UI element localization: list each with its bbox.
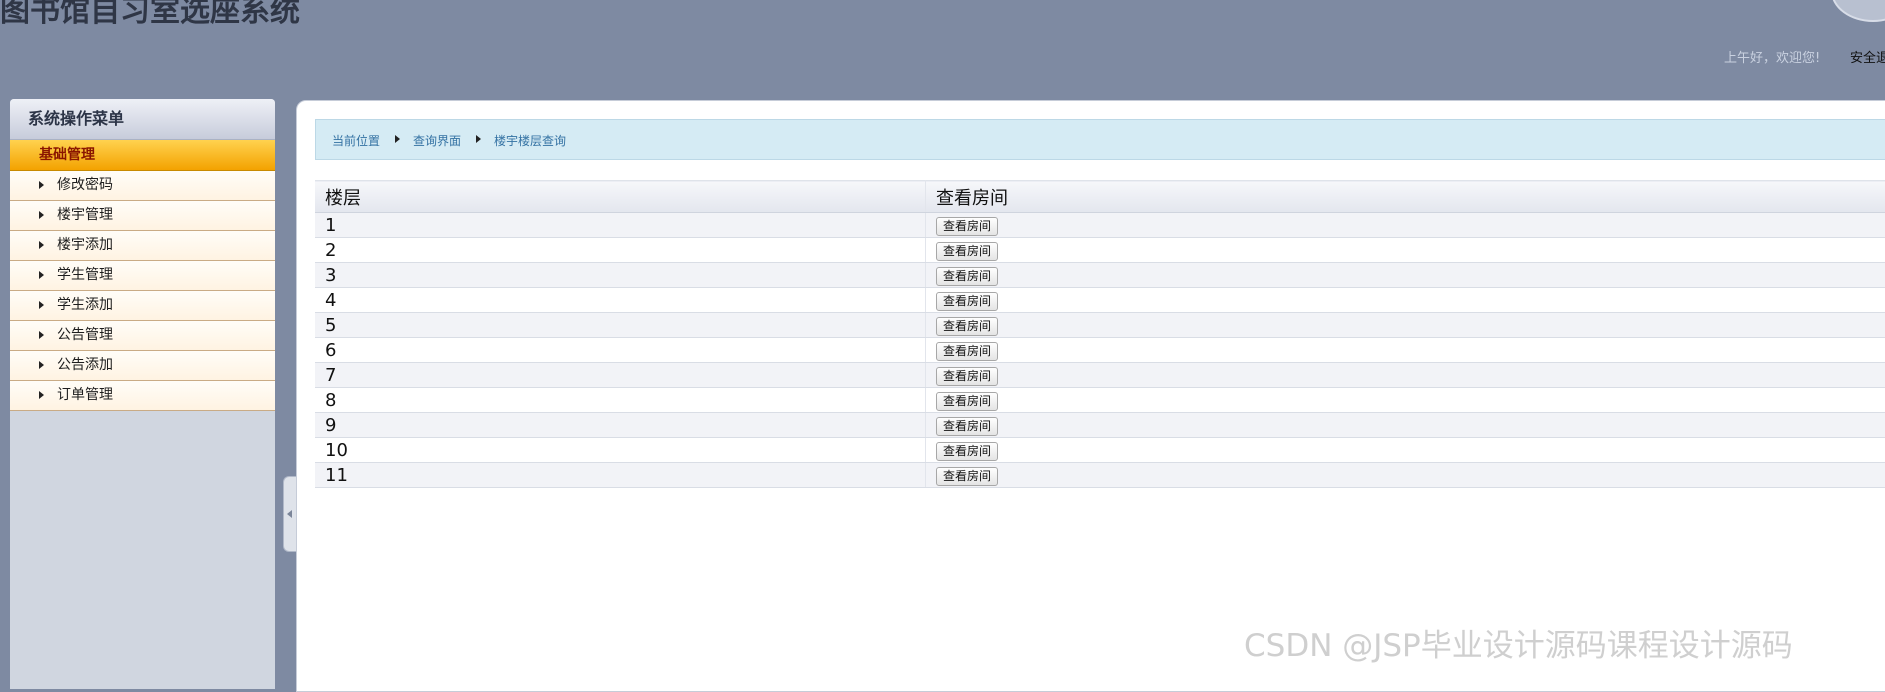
breadcrumb-caret-icon bbox=[476, 135, 481, 143]
sidebar-item-student-add[interactable]: 学生添加 bbox=[10, 291, 275, 321]
top-header: 图书馆自习室选座系统 上午好，欢迎您! 安全退 bbox=[0, 0, 1885, 98]
app-title: 图书馆自习室选座系统 bbox=[0, 0, 300, 30]
sidebar-item-label: 订单管理 bbox=[57, 387, 113, 403]
floor-cell: 3 bbox=[315, 263, 926, 288]
view-rooms-button[interactable]: 查看房间 bbox=[936, 217, 998, 236]
column-header-view-rooms: 查看房间 bbox=[926, 181, 1885, 213]
floor-cell: 4 bbox=[315, 288, 926, 313]
floor-cell: 5 bbox=[315, 313, 926, 338]
caret-left-icon bbox=[287, 510, 292, 518]
sidebar-collapse-handle[interactable] bbox=[283, 476, 296, 552]
sidebar-item-notice-manage[interactable]: 公告管理 bbox=[10, 321, 275, 351]
action-cell: 查看房间 bbox=[926, 238, 1885, 263]
view-rooms-button[interactable]: 查看房间 bbox=[936, 392, 998, 411]
caret-right-icon bbox=[39, 391, 44, 399]
floor-cell: 6 bbox=[315, 338, 926, 363]
sidebar-item-label: 公告管理 bbox=[57, 327, 113, 343]
sidebar-item-label: 修改密码 bbox=[57, 177, 113, 193]
caret-right-icon bbox=[39, 301, 44, 309]
breadcrumb-caret-icon bbox=[395, 135, 400, 143]
sidebar-item-student-manage[interactable]: 学生管理 bbox=[10, 261, 275, 291]
sidebar-item-label: 学生添加 bbox=[57, 297, 113, 313]
table-row: 8 查看房间 bbox=[315, 388, 1885, 413]
sidebar-item-building-manage[interactable]: 楼宇管理 bbox=[10, 201, 275, 231]
logout-link[interactable]: 安全退 bbox=[1850, 47, 1885, 66]
breadcrumb-query-page[interactable]: 查询界面 bbox=[413, 132, 461, 149]
action-cell: 查看房间 bbox=[926, 363, 1885, 388]
action-cell: 查看房间 bbox=[926, 338, 1885, 363]
floor-table: 楼层 查看房间 1 查看房间 2 查看房间 3 查看房间 4 查看房间 5 bbox=[315, 180, 1885, 488]
table-row: 5 查看房间 bbox=[315, 313, 1885, 338]
view-rooms-button[interactable]: 查看房间 bbox=[936, 267, 998, 286]
caret-right-icon bbox=[39, 241, 44, 249]
sidebar-item-label: 公告添加 bbox=[57, 357, 113, 373]
table-row: 2 查看房间 bbox=[315, 238, 1885, 263]
floor-cell: 10 bbox=[315, 438, 926, 463]
table-row: 4 查看房间 bbox=[315, 288, 1885, 313]
view-rooms-button[interactable]: 查看房间 bbox=[936, 467, 998, 486]
view-rooms-button[interactable]: 查看房间 bbox=[936, 292, 998, 311]
sidebar: 系统操作菜单 基础管理 修改密码 楼宇管理 楼宇添加 学生管理 学生添加 公告管… bbox=[10, 99, 275, 689]
sidebar-item-label: 学生管理 bbox=[57, 267, 113, 283]
floor-cell: 8 bbox=[315, 388, 926, 413]
action-cell: 查看房间 bbox=[926, 463, 1885, 488]
action-cell: 查看房间 bbox=[926, 213, 1885, 238]
table-row: 3 查看房间 bbox=[315, 263, 1885, 288]
table-header-row: 楼层 查看房间 bbox=[315, 181, 1885, 213]
sidebar-item-change-password[interactable]: 修改密码 bbox=[10, 171, 275, 201]
table-row: 1 查看房间 bbox=[315, 213, 1885, 238]
table-row: 6 查看房间 bbox=[315, 338, 1885, 363]
table-row: 9 查看房间 bbox=[315, 413, 1885, 438]
breadcrumb-floor-query[interactable]: 楼宇楼层查询 bbox=[494, 132, 566, 149]
floor-cell: 2 bbox=[315, 238, 926, 263]
floor-cell: 11 bbox=[315, 463, 926, 488]
column-header-floor: 楼层 bbox=[315, 181, 926, 213]
caret-right-icon bbox=[39, 211, 44, 219]
sidebar-item-order-manage[interactable]: 订单管理 bbox=[10, 381, 275, 411]
view-rooms-button[interactable]: 查看房间 bbox=[936, 317, 998, 336]
caret-right-icon bbox=[39, 271, 44, 279]
view-rooms-button[interactable]: 查看房间 bbox=[936, 442, 998, 461]
view-rooms-button[interactable]: 查看房间 bbox=[936, 367, 998, 386]
header-ornament bbox=[1831, 0, 1885, 22]
floor-cell: 9 bbox=[315, 413, 926, 438]
caret-right-icon bbox=[39, 181, 44, 189]
sidebar-item-notice-add[interactable]: 公告添加 bbox=[10, 351, 275, 381]
sidebar-title: 系统操作菜单 bbox=[10, 99, 275, 140]
greeting-text: 上午好，欢迎您! bbox=[1724, 47, 1820, 66]
action-cell: 查看房间 bbox=[926, 388, 1885, 413]
view-rooms-button[interactable]: 查看房间 bbox=[936, 342, 998, 361]
main-panel: 当前位置 查询界面 楼宇楼层查询 楼层 查看房间 1 查看房间 2 查看房间 3… bbox=[296, 100, 1885, 692]
breadcrumb-current-location[interactable]: 当前位置 bbox=[332, 132, 380, 149]
action-cell: 查看房间 bbox=[926, 413, 1885, 438]
sidebar-section-basic[interactable]: 基础管理 bbox=[10, 140, 275, 171]
breadcrumb: 当前位置 查询界面 楼宇楼层查询 bbox=[315, 119, 1885, 160]
floor-cell: 1 bbox=[315, 213, 926, 238]
sidebar-item-building-add[interactable]: 楼宇添加 bbox=[10, 231, 275, 261]
action-cell: 查看房间 bbox=[926, 313, 1885, 338]
table-row: 11 查看房间 bbox=[315, 463, 1885, 488]
action-cell: 查看房间 bbox=[926, 263, 1885, 288]
sidebar-item-label: 楼宇管理 bbox=[57, 207, 113, 223]
action-cell: 查看房间 bbox=[926, 288, 1885, 313]
table-row: 7 查看房间 bbox=[315, 363, 1885, 388]
sidebar-item-label: 楼宇添加 bbox=[57, 237, 113, 253]
caret-right-icon bbox=[39, 361, 44, 369]
table-row: 10 查看房间 bbox=[315, 438, 1885, 463]
caret-right-icon bbox=[39, 331, 44, 339]
floor-cell: 7 bbox=[315, 363, 926, 388]
watermark-text: CSDN @JSP毕业设计源码课程设计源码 bbox=[1244, 620, 1793, 665]
view-rooms-button[interactable]: 查看房间 bbox=[936, 417, 998, 436]
view-rooms-button[interactable]: 查看房间 bbox=[936, 242, 998, 261]
action-cell: 查看房间 bbox=[926, 438, 1885, 463]
